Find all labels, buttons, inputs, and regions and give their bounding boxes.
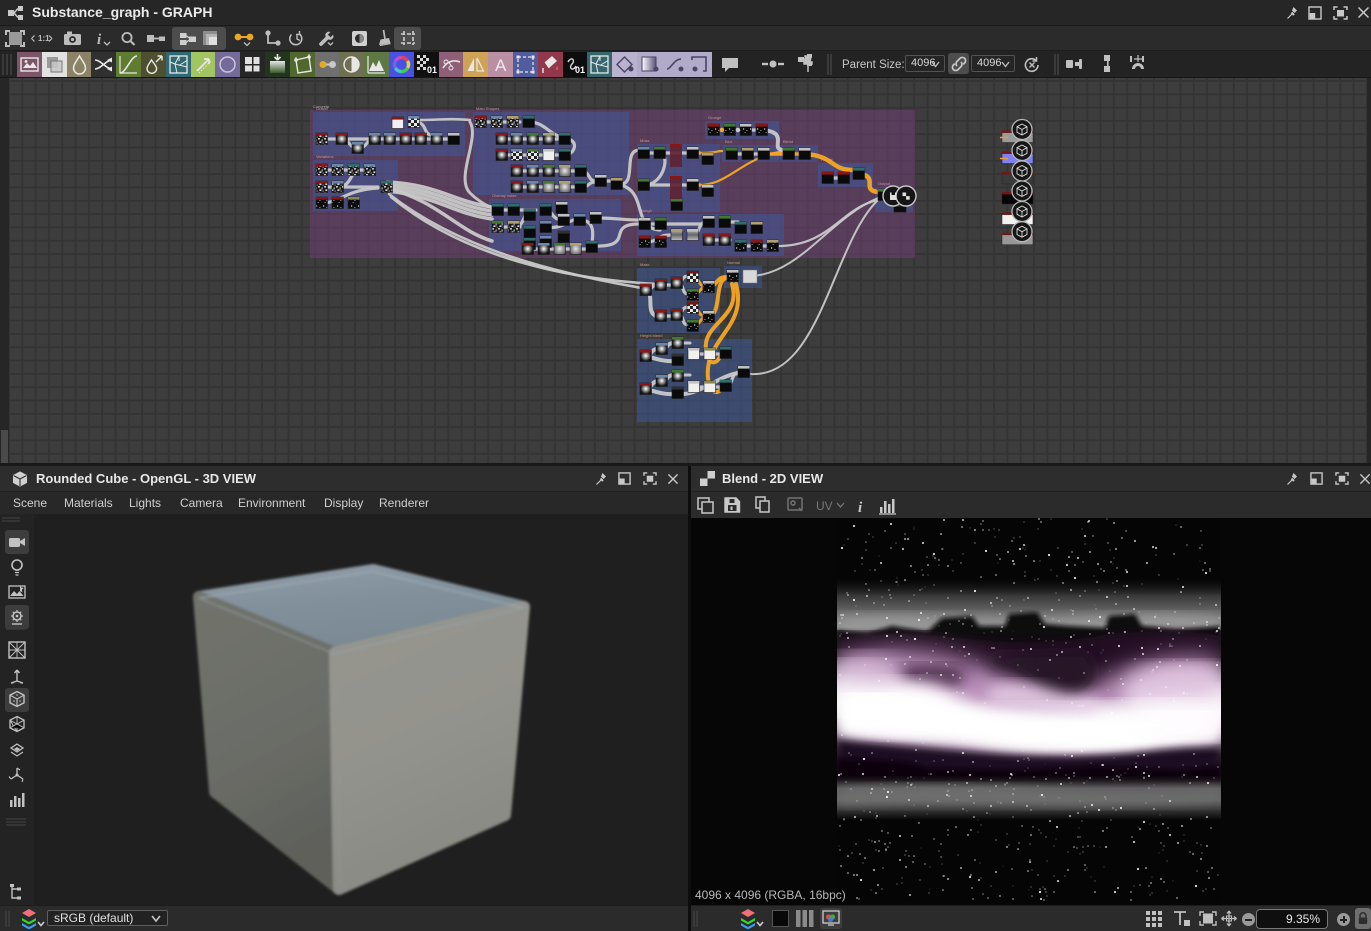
svg-text:UV: UV [816, 499, 833, 513]
svg-text:Blend: Blend [783, 139, 793, 144]
svg-text:i: i [97, 32, 102, 48]
svg-text:Mask: Mask [640, 262, 650, 267]
svg-text:A: A [495, 56, 507, 75]
svg-text:1:1: 1:1 [38, 34, 50, 43]
svg-text:Grunge: Grunge [708, 115, 722, 120]
svg-text:Normal: Normal [727, 260, 740, 265]
svg-text:Blur: Blur [725, 139, 733, 144]
svg-text:Main Shapes: Main Shapes [476, 106, 499, 111]
svg-text:Output: Output [878, 181, 891, 186]
svg-text:01: 01 [427, 65, 437, 75]
svg-text:01: 01 [575, 65, 585, 75]
svg-text:Gravel: Gravel [316, 106, 328, 111]
svg-text:Variations: Variations [316, 154, 334, 159]
svg-text:Height blend: Height blend [640, 333, 662, 338]
svg-text:Overlay noise: Overlay noise [492, 193, 517, 198]
svg-text:Moss: Moss [640, 138, 650, 143]
svg-text:i: i [858, 500, 863, 516]
